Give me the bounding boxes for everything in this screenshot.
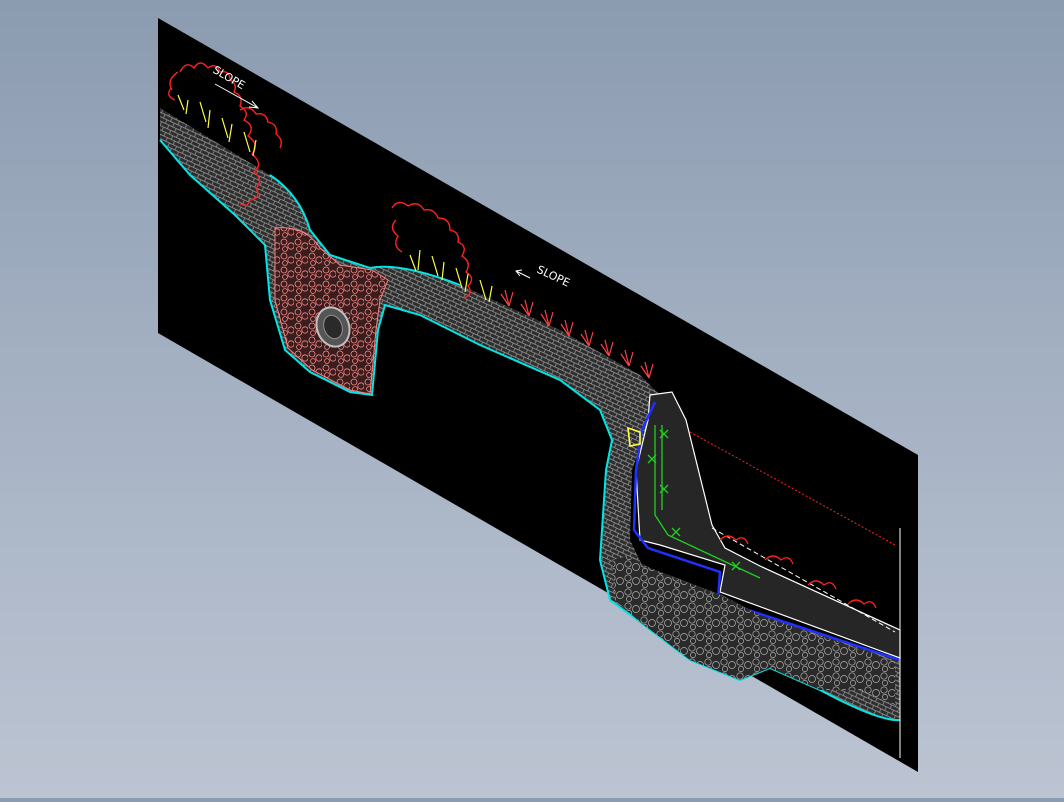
drawing-canvas: SLOPE SLOPE — [158, 18, 918, 772]
cad-viewport[interactable]: SLOPE SLOPE — [0, 0, 1064, 798]
